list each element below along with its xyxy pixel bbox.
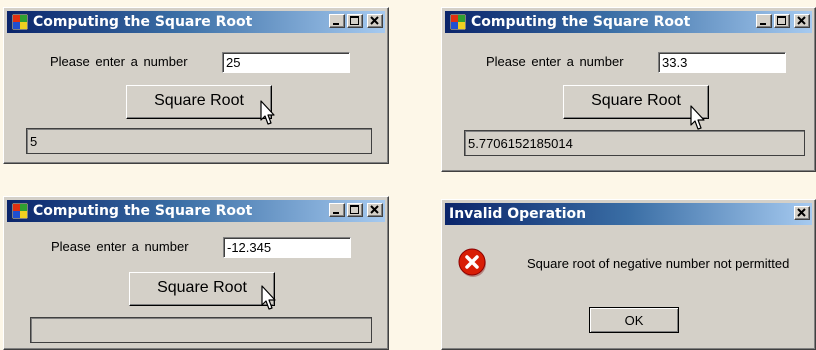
result-output: 5 — [26, 128, 372, 154]
title-bar[interactable]: Computing the Square Root — [445, 11, 812, 33]
close-button[interactable] — [794, 206, 810, 220]
mouse-pointer-icon — [690, 105, 705, 130]
dialog-title: Invalid Operation — [449, 206, 587, 222]
window-title: Computing the Square Root — [471, 14, 691, 30]
title-bar[interactable]: Computing the Square Root — [7, 11, 385, 33]
title-bar[interactable]: Computing the Square Root — [7, 200, 385, 222]
minimize-button[interactable] — [756, 14, 772, 28]
app-window-icon — [12, 14, 28, 30]
mouse-pointer-icon — [261, 285, 276, 310]
ok-button-label: OK — [624, 313, 644, 328]
window-title: Computing the Square Root — [33, 203, 253, 219]
prompt-label: Please enter a number — [51, 239, 189, 254]
minimize-button[interactable] — [329, 14, 345, 28]
close-icon — [797, 208, 806, 217]
invalid-operation-dialog: Invalid Operation Square root of negativ… — [441, 199, 816, 350]
ok-button[interactable]: OK — [589, 307, 679, 333]
minimize-icon — [760, 23, 766, 25]
close-button[interactable] — [367, 14, 383, 28]
close-button[interactable] — [367, 203, 383, 217]
window-title: Computing the Square Root — [33, 14, 253, 30]
square-root-window-1: Computing the Square Root Please enter a… — [3, 7, 389, 164]
maximize-button[interactable] — [347, 14, 363, 28]
close-icon — [797, 16, 806, 25]
square-root-window-3: Computing the Square Root Please enter a… — [3, 196, 389, 350]
maximize-button[interactable] — [774, 14, 790, 28]
minimize-icon — [333, 23, 339, 25]
app-window-icon — [450, 14, 466, 30]
square-root-button-label: Square Root — [591, 92, 681, 109]
minimize-icon — [333, 212, 339, 214]
result-output: 5.7706152185014 — [464, 130, 805, 156]
square-root-button[interactable]: Square Root — [129, 272, 275, 306]
square-root-button-label: Square Root — [154, 92, 244, 109]
maximize-button[interactable] — [347, 203, 363, 217]
minimize-button[interactable] — [329, 203, 345, 217]
close-icon — [370, 205, 379, 214]
square-root-window-2: Computing the Square Root Please enter a… — [441, 7, 816, 172]
number-input[interactable]: 33.3 — [658, 52, 786, 73]
prompt-label: Please enter a number — [50, 54, 188, 69]
error-icon — [458, 248, 486, 277]
maximize-icon — [350, 205, 359, 214]
number-input[interactable]: 25 — [222, 52, 350, 73]
maximize-icon — [777, 16, 786, 25]
close-icon — [370, 16, 379, 25]
close-button[interactable] — [794, 14, 810, 28]
mouse-pointer-icon — [260, 100, 275, 125]
number-input[interactable]: -12.345 — [223, 237, 351, 258]
app-window-icon — [12, 203, 28, 219]
error-message: Square root of negative number not permi… — [527, 256, 790, 271]
result-output — [30, 317, 372, 343]
maximize-icon — [350, 16, 359, 25]
square-root-button[interactable]: Square Root — [126, 85, 272, 119]
square-root-button-label: Square Root — [157, 279, 247, 296]
square-root-button[interactable]: Square Root — [563, 85, 709, 119]
title-bar[interactable]: Invalid Operation — [445, 203, 812, 225]
prompt-label: Please enter a number — [486, 54, 624, 69]
